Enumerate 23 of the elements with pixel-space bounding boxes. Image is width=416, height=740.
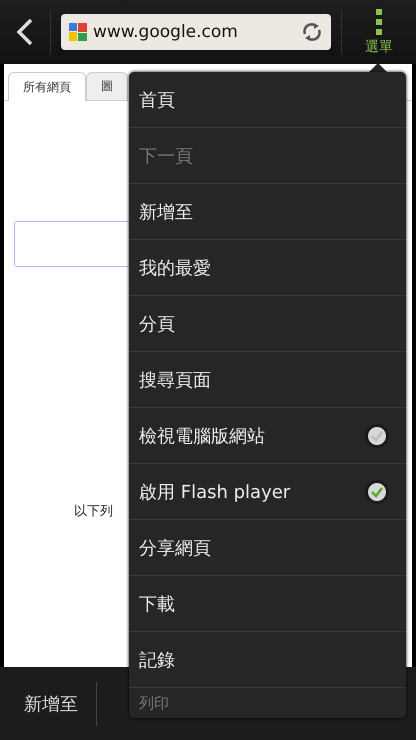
site-icon	[69, 23, 87, 41]
address-field[interactable]: www.google.com	[61, 14, 331, 50]
back-icon	[16, 18, 34, 46]
reload-icon[interactable]	[301, 21, 323, 43]
menu-item[interactable]: 我的最愛	[129, 240, 406, 296]
menu-item[interactable]: 下載	[129, 576, 406, 632]
menu-button[interactable]: 選單	[342, 0, 416, 64]
menu-item[interactable]: 記錄	[129, 632, 406, 688]
menu-icon	[376, 8, 382, 34]
bottom-bar-button[interactable]: 新增至	[0, 682, 97, 726]
menu-item[interactable]: 檢視電腦版網站	[129, 408, 406, 464]
menu-item[interactable]: 分頁	[129, 296, 406, 352]
unchecked-checkbox-icon[interactable]	[364, 422, 390, 448]
menu-item[interactable]: 啟用 Flash player	[129, 464, 406, 520]
menu-item[interactable]: 新增至	[129, 184, 406, 240]
menu-item[interactable]: 搜尋頁面	[129, 352, 406, 408]
search-tab[interactable]: 所有網頁	[8, 72, 86, 101]
search-tab[interactable]: 圖	[86, 72, 128, 100]
page-text: 以下列	[74, 503, 113, 520]
url-text: www.google.com	[93, 22, 239, 42]
menu-item[interactable]: 首頁	[129, 72, 406, 128]
checked-checkbox-icon[interactable]	[364, 478, 390, 504]
menu-item[interactable]: 分享網頁	[129, 520, 406, 576]
